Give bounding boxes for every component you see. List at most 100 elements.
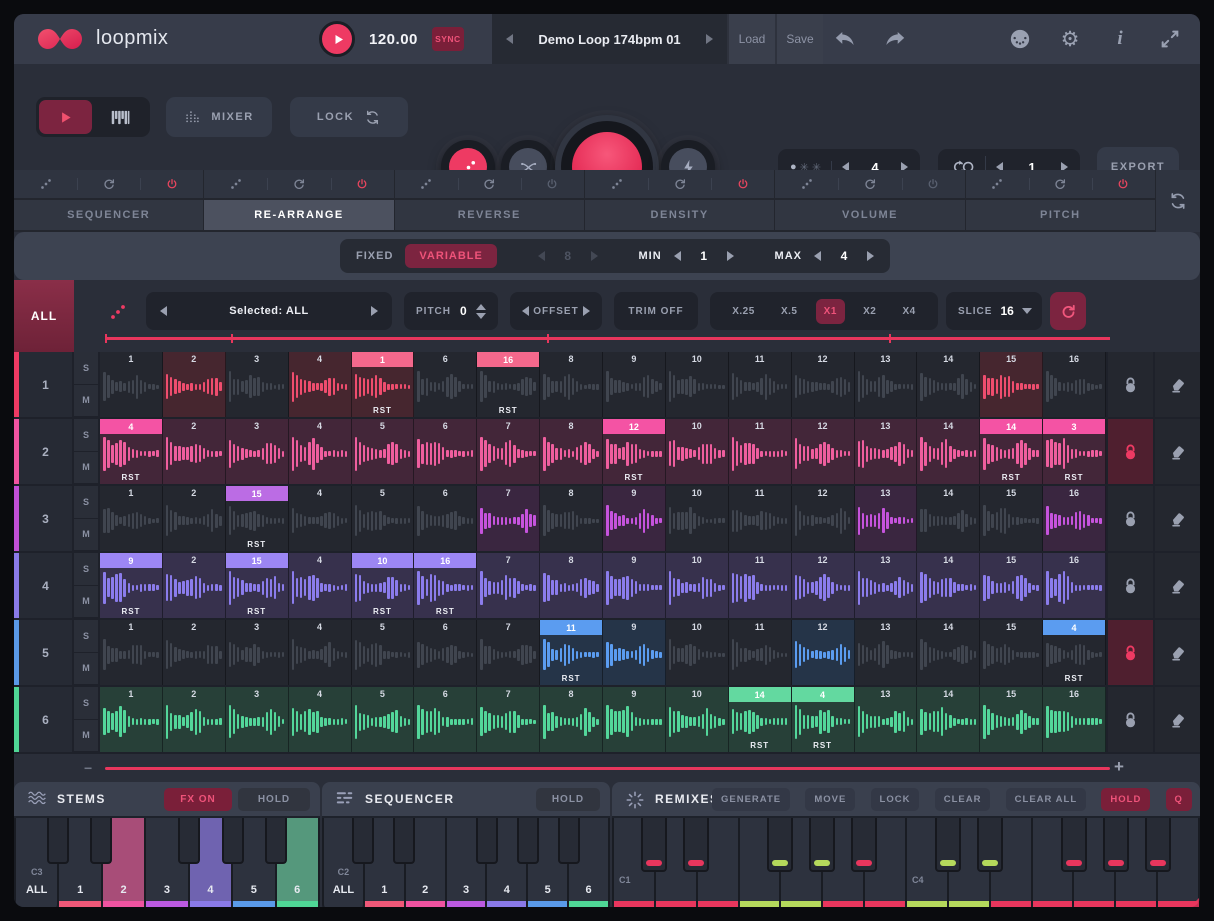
track-number[interactable]: 3 [19, 486, 74, 551]
slice-cell[interactable]: 12RST [603, 419, 666, 484]
tab-re-arrange[interactable]: RE-ARRANGE [204, 200, 393, 230]
slice-cell[interactable]: 9RST [100, 553, 163, 618]
slice-cell[interactable]: 2 [163, 553, 226, 618]
slice-cell[interactable]: 13 [855, 352, 918, 417]
slice-cell[interactable]: 2 [163, 687, 226, 752]
piano-key-black[interactable] [683, 818, 709, 872]
selected-prev-arrow[interactable] [160, 306, 167, 316]
remix-move-button[interactable]: MOVE [805, 788, 855, 811]
zoom-out-button[interactable]: − [84, 760, 92, 776]
variable-button[interactable]: VARIABLE [405, 244, 496, 268]
dice-icon[interactable] [108, 302, 128, 322]
remix-clear-button[interactable]: CLEAR [935, 788, 991, 811]
slice-cell[interactable]: 12 [792, 486, 855, 551]
mute-button[interactable]: M [74, 385, 100, 418]
dice-icon[interactable] [14, 170, 77, 198]
refresh-icon[interactable] [77, 170, 140, 198]
lock-toggle[interactable] [1106, 620, 1153, 685]
slice-cell[interactable]: 13 [855, 620, 918, 685]
undo-icon[interactable] [832, 26, 858, 52]
mute-button[interactable]: M [74, 720, 100, 753]
remix-hold-button[interactable]: HOLD [1101, 788, 1150, 811]
slice-cell[interactable]: 15RST [226, 553, 289, 618]
selected-next-arrow[interactable] [371, 306, 378, 316]
track-number[interactable]: 4 [19, 553, 74, 618]
piano-key-black[interactable] [178, 818, 200, 864]
slice-cell[interactable]: 8 [540, 419, 603, 484]
piano-key-black[interactable] [851, 818, 877, 872]
steps-prev-arrow[interactable] [538, 251, 545, 261]
step-up-icon[interactable] [476, 304, 486, 310]
piano-key-black[interactable] [935, 818, 961, 872]
slice-cell[interactable]: 9 [603, 620, 666, 685]
rate-button-x1[interactable]: X1 [816, 299, 845, 324]
selected-value[interactable]: Selected: ALL [229, 305, 308, 317]
slice-cell[interactable]: 3 [226, 352, 289, 417]
solo-button[interactable]: S [74, 553, 100, 586]
eraser-button[interactable] [1153, 620, 1200, 685]
slice-cell[interactable]: 14 [917, 553, 980, 618]
slice-cell[interactable]: 4 [289, 419, 352, 484]
slice-cell[interactable]: 12 [792, 553, 855, 618]
slice-cell[interactable]: 9 [603, 486, 666, 551]
solo-button[interactable]: S [74, 486, 100, 519]
slice-cell[interactable]: 4 [289, 352, 352, 417]
max-prev-arrow[interactable] [814, 251, 821, 261]
play-button[interactable] [319, 21, 355, 57]
slice-cell[interactable]: 5 [352, 486, 415, 551]
remix-q-button[interactable]: Q [1166, 788, 1192, 811]
slice-cell[interactable]: 3 [226, 620, 289, 685]
preset-next-arrow[interactable] [706, 34, 713, 44]
offset-prev-arrow[interactable] [522, 306, 529, 316]
mute-button[interactable]: M [74, 452, 100, 485]
slice-cell[interactable]: 13 [855, 486, 918, 551]
piano-key-black[interactable] [641, 818, 667, 872]
resize-arrows-icon[interactable] [1158, 27, 1182, 51]
rate-button-x4[interactable]: X4 [895, 299, 924, 324]
rotate-slices-button[interactable] [1050, 292, 1086, 330]
mute-button[interactable]: M [74, 519, 100, 552]
slice-cell[interactable]: 1 [100, 687, 163, 752]
max-next-arrow[interactable] [867, 251, 874, 261]
piano-key-black[interactable] [809, 818, 835, 872]
track-number[interactable]: 6 [19, 687, 74, 752]
piano-key-black[interactable] [558, 818, 580, 864]
slice-cell[interactable]: 14 [917, 620, 980, 685]
remix-clear-all-button[interactable]: CLEAR ALL [1006, 788, 1086, 811]
slice-cell[interactable]: 16 [1043, 553, 1106, 618]
slice-cell[interactable]: 7 [477, 419, 540, 484]
slice-cell[interactable]: 6 [414, 352, 477, 417]
slice-cell[interactable]: 1 [100, 620, 163, 685]
tab-sequencer[interactable]: SEQUENCER [14, 200, 203, 230]
eraser-button[interactable] [1153, 553, 1200, 618]
save-button[interactable]: Save [775, 14, 823, 64]
slice-cell[interactable]: 4RST [1043, 620, 1106, 685]
refresh-icon[interactable] [838, 170, 901, 198]
slice-cell[interactable]: 15 [980, 352, 1043, 417]
slice-cell[interactable]: 2 [163, 352, 226, 417]
power-icon[interactable] [711, 170, 774, 198]
pitch-stepper[interactable] [476, 304, 486, 319]
slice-cell[interactable]: 9 [603, 553, 666, 618]
slice-cell[interactable]: 3RST [1043, 419, 1106, 484]
min-next-arrow[interactable] [727, 251, 734, 261]
slice-cell[interactable]: 12 [792, 352, 855, 417]
piano-key-black[interactable] [47, 818, 69, 864]
remix-generate-button[interactable]: GENERATE [712, 788, 790, 811]
slice-cell[interactable]: 5 [352, 419, 415, 484]
eraser-button[interactable] [1153, 486, 1200, 551]
piano-key-black[interactable] [1061, 818, 1087, 872]
slice-cell[interactable]: 1 [100, 352, 163, 417]
slice-cell[interactable]: 4RST [100, 419, 163, 484]
tab-density[interactable]: DENSITY [585, 200, 774, 230]
slice-cell[interactable]: 16 [1043, 486, 1106, 551]
pitch-value[interactable]: 0 [460, 304, 467, 318]
track-number[interactable]: 1 [19, 352, 74, 417]
slice-cell[interactable]: 14 [917, 352, 980, 417]
slice-cell[interactable]: 4 [289, 620, 352, 685]
steps-next-arrow[interactable] [591, 251, 598, 261]
slice-cell[interactable]: 4RST [792, 687, 855, 752]
slice-cell[interactable]: 14RST [729, 687, 792, 752]
piano-key-black[interactable] [222, 818, 244, 864]
slice-cell[interactable]: 8 [540, 352, 603, 417]
